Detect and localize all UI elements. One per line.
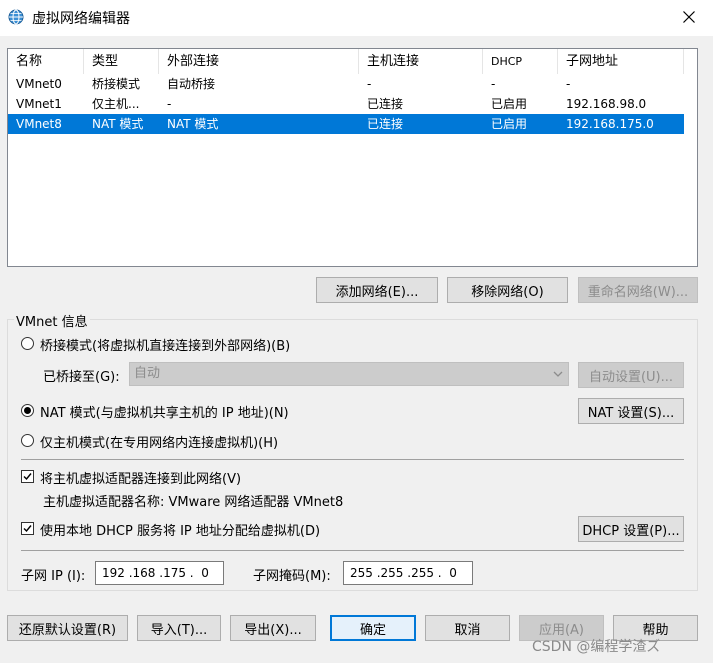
cell-name: VMnet8 [16,117,62,131]
table-row[interactable]: VMnet0 桥接模式 自动桥接 - - - [8,74,684,94]
column-header-host[interactable]: 主机连接 [359,49,483,74]
subnet-ip-input[interactable]: 192 .168 .175 . 0 [95,561,224,585]
subnet-mask-label: 子网掩码(M): [253,569,331,584]
import-button[interactable]: 导入(T)... [137,615,221,641]
bridged-to-value: 自动 [134,366,161,381]
column-header-external[interactable]: 外部连接 [159,49,359,74]
remove-network-button[interactable]: 移除网络(O) [447,277,568,303]
cell-host: - [367,77,372,91]
export-button[interactable]: 导出(X)... [230,615,316,641]
nat-mode-label[interactable]: NAT 模式(与虚拟机共享主机的 IP 地址)(N) [40,402,289,421]
column-header-type[interactable]: 类型 [84,49,159,74]
table-row-selected[interactable]: VMnet8 NAT 模式 NAT 模式 已连接 已启用 192.168.175… [8,114,684,134]
add-network-button[interactable]: 添加网络(E)... [316,277,438,303]
bridged-to-label: 已桥接至(G): [43,370,120,385]
cell-name: VMnet1 [16,97,62,111]
cell-name: VMnet0 [16,77,62,91]
cell-dhcp: 已启用 [491,97,528,111]
dhcp-settings-button[interactable]: DHCP 设置(P)... [578,516,684,542]
host-only-mode-radio[interactable] [21,434,34,447]
subnet-ip-label: 子网 IP (I): [21,569,86,584]
cell-type: 仅主机... [92,97,140,111]
cell-subnet: 192.168.98.0 [566,97,647,111]
network-list[interactable]: 名称 类型 外部连接 主机连接 DHCP 子网地址 VMnet0 桥接模式 自动… [7,48,698,267]
cell-external: NAT 模式 [167,117,219,131]
ok-button[interactable]: 确定 [330,615,416,641]
bridged-mode-radio[interactable] [21,337,34,350]
cell-type: NAT 模式 [92,117,144,131]
nat-mode-radio[interactable] [21,404,34,417]
cancel-button[interactable]: 取消 [425,615,510,641]
cell-type: 桥接模式 [92,77,141,91]
rename-network-button[interactable]: 重命名网络(W)... [578,277,698,303]
watermark-text: CSDN @编程学渣ズ [532,639,661,655]
connect-adapter-checkbox[interactable] [21,470,34,483]
divider [21,550,684,551]
table-row[interactable]: VMnet1 仅主机... - 已连接 已启用 192.168.98.0 [8,94,684,114]
cell-host: 已连接 [367,117,404,131]
restore-defaults-button[interactable]: 还原默认设置(R) [7,615,128,641]
window-title: 虚拟网络编辑器 [32,11,130,27]
cell-subnet: - [566,77,571,91]
column-header-dhcp[interactable]: DHCP [483,49,558,74]
network-globe-icon [8,9,24,25]
cell-host: 已连接 [367,97,404,111]
vmnet-info-legend: VMnet 信息 [14,311,90,330]
divider [21,459,684,460]
close-icon [683,11,695,23]
cell-subnet: 192.168.175.0 [566,117,654,131]
subnet-mask-input[interactable]: 255 .255 .255 . 0 [343,561,473,585]
cell-external: - [167,97,172,111]
auto-settings-button[interactable]: 自动设置(U)... [578,362,684,388]
host-only-mode-label[interactable]: 仅主机模式(在专用网络内连接虚拟机)(H) [40,432,278,451]
adapter-name-label: 主机虚拟适配器名称: VMware 网络适配器 VMnet8 [43,495,344,510]
dhcp-checkbox[interactable] [21,522,34,535]
close-button[interactable] [670,2,708,32]
bridged-to-select[interactable]: 自动 [129,362,569,386]
connect-adapter-label[interactable]: 将主机虚拟适配器连接到此网络(V) [40,468,241,487]
bridged-mode-label[interactable]: 桥接模式(将虚拟机直接连接到外部网络)(B) [40,335,290,354]
dhcp-label[interactable]: 使用本地 DHCP 服务将 IP 地址分配给虚拟机(D) [40,520,320,539]
column-header-subnet[interactable]: 子网地址 [558,49,684,74]
checkmark-icon [23,525,32,533]
cell-dhcp: - [491,77,496,91]
list-header: 名称 类型 外部连接 主机连接 DHCP 子网地址 [8,49,697,74]
cell-external: 自动桥接 [167,77,216,91]
chevron-down-icon [552,363,564,393]
checkmark-icon [23,473,32,481]
cell-dhcp: 已启用 [491,117,528,131]
column-header-name[interactable]: 名称 [8,49,84,74]
nat-settings-button[interactable]: NAT 设置(S)... [578,398,684,424]
